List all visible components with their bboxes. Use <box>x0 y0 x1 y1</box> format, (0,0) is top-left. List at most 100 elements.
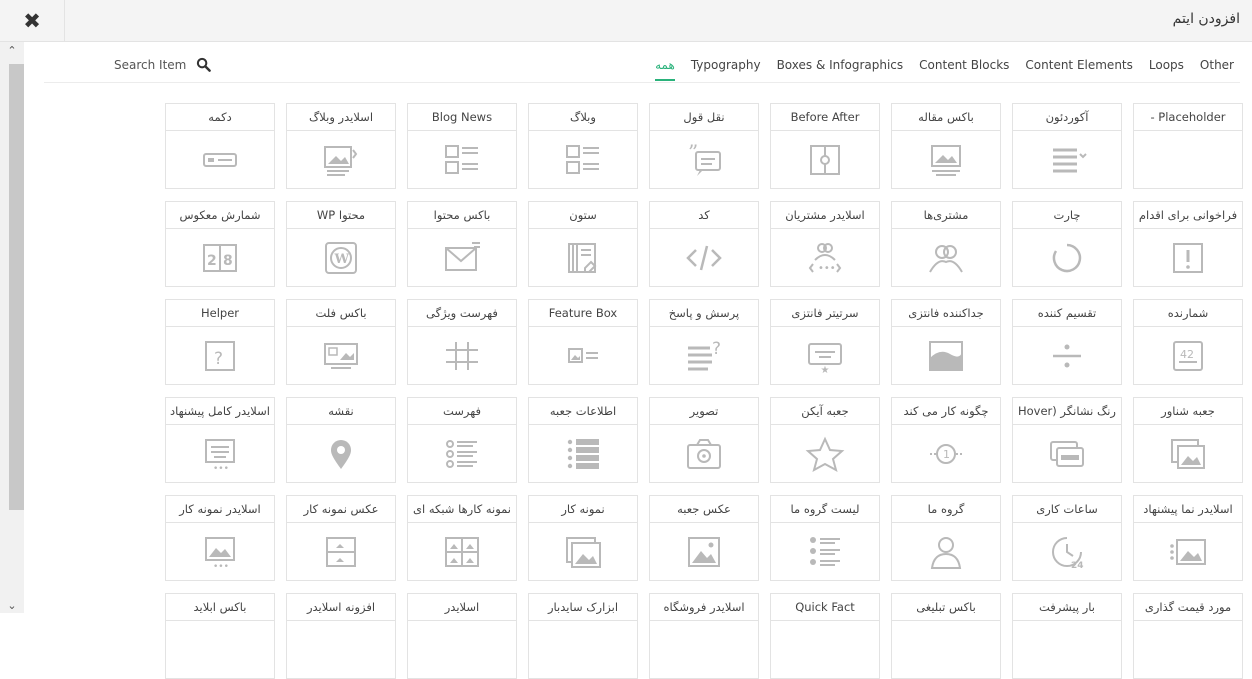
element-card-label: اطلاعات جعبه <box>529 398 637 425</box>
element-card[interactable]: ساعات کاری 24 <box>1012 495 1122 581</box>
category-tabs: همه Typography Boxes & Infographics Content… <box>655 58 1234 81</box>
element-card[interactable]: Helper? <box>165 299 275 385</box>
svg-text:24: 24 <box>1071 561 1084 570</box>
element-card[interactable]: دکمه <box>165 103 275 189</box>
element-card[interactable]: فراخوانی برای اقدام <box>1133 201 1243 287</box>
tab--[interactable]: همه <box>655 58 675 81</box>
camera-icon <box>650 425 758 482</box>
element-card[interactable]: عکس نمونه کار <box>286 495 396 581</box>
counter-icon: 42 <box>1134 327 1242 384</box>
element-card[interactable]: تقسیم کننده <box>1012 299 1122 385</box>
element-card[interactable]: باکس فلت <box>286 299 396 385</box>
none-icon <box>408 621 516 678</box>
tab-loops[interactable]: Loops <box>1149 58 1184 81</box>
element-card-label: وبلاگ <box>529 104 637 131</box>
tab-other[interactable]: Other <box>1200 58 1234 81</box>
element-card-label: اسلایدر نمونه کار <box>166 496 274 523</box>
element-card-label: Quick Fact <box>771 594 879 621</box>
element-card[interactable]: جعبه شناور <box>1133 397 1243 483</box>
accordion-icon <box>1013 131 1121 188</box>
element-card[interactable]: Placeholder - <box>1133 103 1243 189</box>
element-card[interactable]: فهرست ویژگی <box>407 299 517 385</box>
element-card[interactable]: رنگ نشانگر (Hover <box>1012 397 1122 483</box>
element-card[interactable]: ستون <box>528 201 638 287</box>
element-card[interactable]: شمارش معکوس 2 8 <box>165 201 275 287</box>
element-card[interactable]: اسلایدر فروشگاه <box>649 593 759 679</box>
element-card-label: نقشه <box>287 398 395 425</box>
close-button[interactable]: ✖ <box>0 0 65 41</box>
element-card[interactable]: اسلایدر نمونه کار ••• <box>165 495 275 581</box>
element-card[interactable]: محتوا WP W <box>286 201 396 287</box>
element-card-label: عکس جعبه <box>650 496 758 523</box>
svg-text:?: ? <box>214 349 223 369</box>
offer-slider-icon <box>1134 523 1242 580</box>
element-card[interactable]: چارت <box>1012 201 1122 287</box>
element-card[interactable]: باکس محتوا <box>407 201 517 287</box>
element-card[interactable]: ابزارک سایدبار <box>528 593 638 679</box>
element-card-label: مورد قیمت گذاری <box>1134 594 1242 621</box>
element-card[interactable]: سرتیتر فانتزی ★ <box>770 299 880 385</box>
element-card-label: گروه ما <box>892 496 1000 523</box>
element-card-label: اسلایدر وبلاگ <box>287 104 395 131</box>
element-card-label: باکس تبلیغی <box>892 594 1000 621</box>
element-card[interactable]: تصویر <box>649 397 759 483</box>
element-card[interactable]: فهرست <box>407 397 517 483</box>
element-card[interactable]: کد <box>649 201 759 287</box>
list-bullets-icon <box>408 425 516 482</box>
element-card[interactable]: افزونه اسلایدر <box>286 593 396 679</box>
element-card[interactable]: باکس تبلیغی <box>891 593 1001 679</box>
person-icon <box>892 523 1000 580</box>
element-card[interactable]: شمارنده 42 <box>1133 299 1243 385</box>
element-card[interactable]: اسلایدر نما پیشنهاد <box>1133 495 1243 581</box>
element-card[interactable]: گروه ما <box>891 495 1001 581</box>
scroll-thumb[interactable] <box>9 64 24 510</box>
tab-typography[interactable]: Typography <box>691 58 761 81</box>
element-card[interactable]: اسلایدر مشتریان ••• <box>770 201 880 287</box>
tab-content-elements[interactable]: Content Elements <box>1025 58 1132 81</box>
element-card-label: اسلایدر نما پیشنهاد <box>1134 496 1242 523</box>
element-card[interactable]: Blog News <box>407 103 517 189</box>
element-card[interactable]: باکس مقاله <box>891 103 1001 189</box>
element-card[interactable]: اسلایدر وبلاگ <box>286 103 396 189</box>
search-item[interactable]: Search Item <box>114 57 212 72</box>
element-card[interactable]: وبلاگ <box>528 103 638 189</box>
hover-box-icon <box>1134 425 1242 482</box>
element-card[interactable]: باکس ابلاید <box>165 593 275 679</box>
element-card[interactable]: مشتری‌ها <box>891 201 1001 287</box>
element-card[interactable]: اطلاعات جعبه <box>528 397 638 483</box>
item-grid: دکمه اسلایدر وبلاگ Blog News وبلاگ نقل قول” B… <box>165 103 1243 679</box>
svg-text:2: 2 <box>207 253 217 269</box>
tab-content-blocks[interactable]: Content Blocks <box>919 58 1009 81</box>
element-card[interactable]: نمونه کار <box>528 495 638 581</box>
element-card[interactable]: لیست گروه ما <box>770 495 880 581</box>
element-card-label: لیست گروه ما <box>771 496 879 523</box>
element-card[interactable]: نقل قول” <box>649 103 759 189</box>
vertical-scrollbar[interactable]: ⌃ ⌄ <box>0 42 24 613</box>
element-card[interactable]: نمونه کارها شبکه ای <box>407 495 517 581</box>
scroll-up-icon[interactable]: ⌃ <box>0 44 24 58</box>
element-card[interactable]: Feature Box <box>528 299 638 385</box>
element-card-label: ستون <box>529 202 637 229</box>
element-card[interactable]: نقشه <box>286 397 396 483</box>
element-card-label: دکمه <box>166 104 274 131</box>
element-card[interactable]: اسلایدر <box>407 593 517 679</box>
none-icon <box>1134 621 1242 678</box>
element-card[interactable]: جداکننده فانتزی <box>891 299 1001 385</box>
element-card[interactable]: چگونه کار می کند 1 <box>891 397 1001 483</box>
svg-text:8: 8 <box>223 253 233 269</box>
button-icon <box>166 131 274 188</box>
element-card[interactable]: عکس جعبه <box>649 495 759 581</box>
element-card[interactable]: Quick Fact <box>770 593 880 679</box>
tab-boxes-infographics[interactable]: Boxes & Infographics <box>777 58 904 81</box>
element-card[interactable]: آکوردئون <box>1012 103 1122 189</box>
element-card[interactable]: پرسش و پاسخ? <box>649 299 759 385</box>
search-icon[interactable] <box>196 57 212 72</box>
element-card[interactable]: جعبه آیکن <box>770 397 880 483</box>
element-card[interactable]: مورد قیمت گذاری <box>1133 593 1243 679</box>
list-icon <box>529 131 637 188</box>
element-card[interactable]: بار پیشرفت <box>1012 593 1122 679</box>
element-card[interactable]: اسلایدر کامل پیشنهاد ••• <box>165 397 275 483</box>
element-card-label: اسلایدر مشتریان <box>771 202 879 229</box>
scroll-down-icon[interactable]: ⌄ <box>0 599 24 613</box>
element-card[interactable]: Before After <box>770 103 880 189</box>
